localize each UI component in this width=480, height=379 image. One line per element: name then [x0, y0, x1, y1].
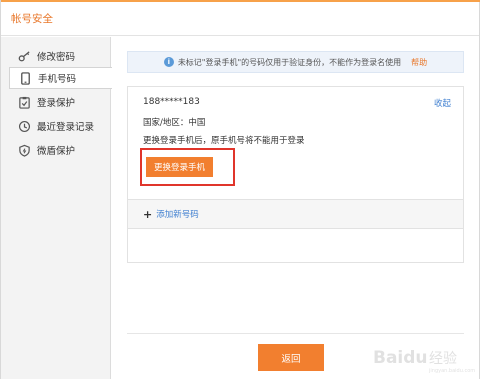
back-button[interactable]: 返回 [258, 344, 324, 371]
notice-bar: i 未标记"登录手机"的号码仅用于验证身份，不能作为登录名使用 帮助 [127, 51, 464, 73]
warning-text: 更换登录手机后，原手机号将不能用于登录 [143, 136, 305, 146]
info-icon: i [163, 57, 174, 67]
collapse-link[interactable]: 收起 [434, 97, 451, 109]
sidebar-item-label: 登录保护 [37, 98, 76, 109]
plus-icon: + [143, 207, 153, 221]
main-panel: i 未标记"登录手机"的号码仅用于验证身份，不能作为登录名使用 帮助 188**… [112, 37, 479, 379]
sidebar-item-login-protection[interactable]: 登录保护 [9, 91, 111, 113]
sidebar-item-phone-number[interactable]: 手机号码 [9, 67, 112, 89]
sidebar-item-label: 最近登录记录 [37, 122, 95, 133]
sidebar-item-recent-logins[interactable]: 最近登录记录 [9, 115, 111, 137]
window-title: 帐号安全 [11, 13, 53, 25]
phone-number: 188*****183 [143, 97, 200, 107]
help-link[interactable]: 帮助 [411, 57, 427, 68]
add-number-row[interactable]: + 添加新号码 [128, 199, 463, 229]
sidebar: 修改密码 手机号码 登录保护 最近登录记录 微盾保护 [1, 37, 112, 379]
history-icon [17, 119, 31, 133]
footer-divider [127, 333, 464, 334]
sidebar-item-label: 修改密码 [37, 52, 76, 63]
shield-icon [17, 143, 31, 157]
sidebar-item-change-password[interactable]: 修改密码 [9, 45, 111, 67]
sidebar-item-label: 微盾保护 [37, 146, 76, 157]
add-number-label: 添加新号码 [156, 210, 199, 220]
region-text: 国家/地区：中国 [143, 118, 206, 128]
sidebar-item-shield-protection[interactable]: 微盾保护 [9, 139, 111, 161]
window-titlebar: 帐号安全 [1, 2, 479, 36]
baidu-watermark: Baidu 经验 jingyan.baidu.com [371, 340, 476, 374]
notice-text: 未标记"登录手机"的号码仅用于验证身份，不能作为登录名使用 [177, 57, 402, 67]
change-login-phone-button[interactable]: 更换登录手机 [146, 157, 213, 177]
sidebar-item-label: 手机号码 [38, 74, 77, 85]
svg-text:jingyan.baidu.com: jingyan.baidu.com [428, 368, 475, 374]
phone-card: 188*****183 收起 国家/地区：中国 更换登录手机后，原手机号将不能用… [127, 86, 464, 263]
svg-text:经验: 经验 [429, 351, 457, 367]
clipboard-check-icon [17, 95, 31, 109]
phone-icon [18, 71, 32, 85]
svg-text:Baidu: Baidu [373, 348, 428, 368]
key-icon [17, 49, 31, 63]
account-security-window: 帐号安全 修改密码 手机号码 登录保护 最近登录记录 微盾保护 i 未标记"登录… [0, 0, 480, 379]
